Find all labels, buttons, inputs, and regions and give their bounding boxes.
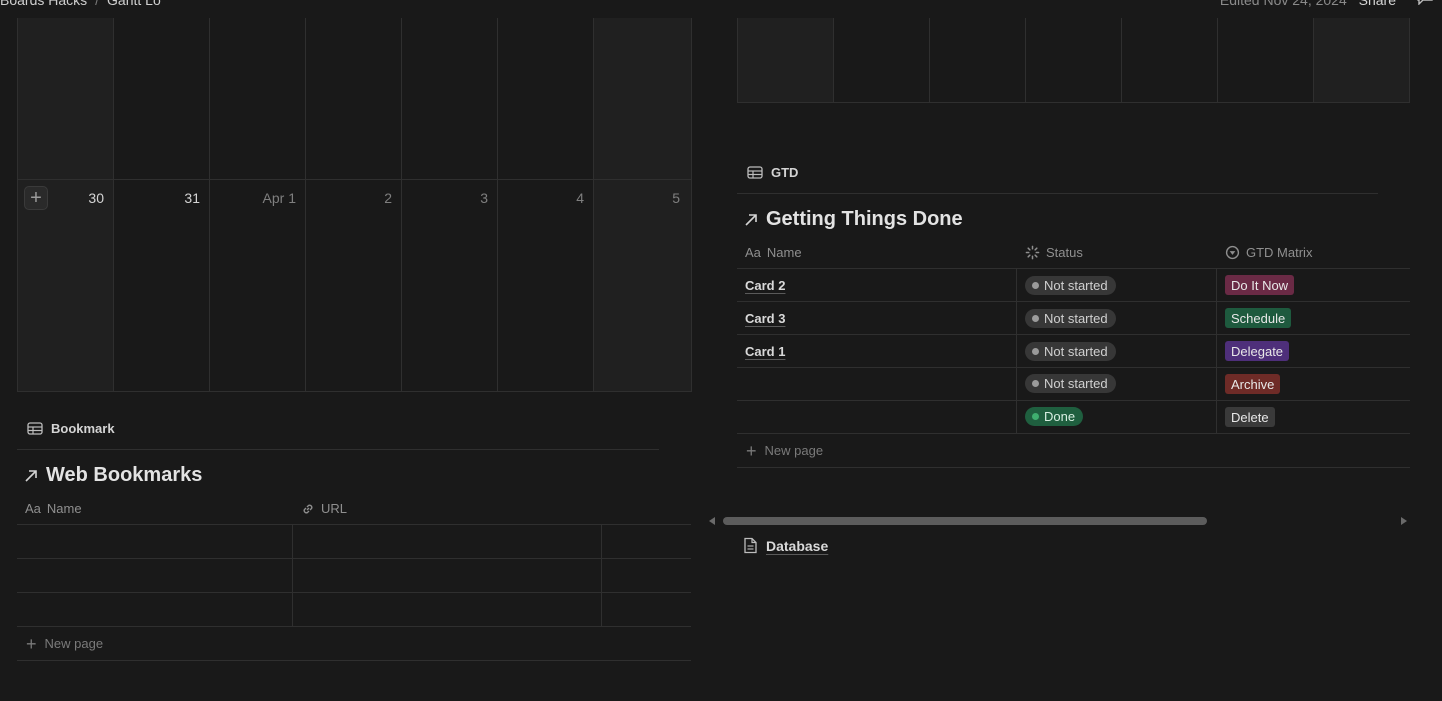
status-label: Done xyxy=(1044,409,1076,424)
column-header-label: URL xyxy=(321,501,348,516)
table-bottom-divider xyxy=(737,467,1410,468)
table-row[interactable]: Card 3 Not started Schedule xyxy=(737,302,1410,334)
status-icon xyxy=(1025,245,1040,260)
calendar-day-apr-1[interactable]: Apr 1 xyxy=(210,190,296,206)
database-title-text: Getting Things Done xyxy=(766,208,963,230)
edited-timestamp: Edited Nov 24, 2024 xyxy=(1219,0,1347,8)
calendar-day-30[interactable]: 30 xyxy=(18,190,104,206)
calendar-column xyxy=(738,18,834,102)
scroll-right-arrow[interactable] xyxy=(1401,517,1407,525)
plus-icon: + xyxy=(746,440,757,461)
column-header-label: Name xyxy=(766,245,802,260)
calendar-grid-right xyxy=(737,18,1410,103)
database-title-text: Web Bookmarks xyxy=(46,464,203,486)
calendar-day-3[interactable]: 3 xyxy=(402,190,488,206)
new-page-button-gtd[interactable]: + New page xyxy=(746,440,824,461)
database-title-getting-things-done[interactable]: Getting Things Done xyxy=(744,208,963,231)
calendar-day-31[interactable]: 31 xyxy=(114,190,200,206)
page-link-database[interactable]: Database xyxy=(743,537,828,554)
status-badge[interactable]: Not started xyxy=(1025,342,1116,361)
scrollbar-thumb[interactable] xyxy=(723,517,1207,525)
new-page-label: New page xyxy=(764,443,824,458)
calendar-week-divider xyxy=(18,179,692,180)
table-row[interactable] xyxy=(17,559,691,592)
breadcrumb-separator: / xyxy=(95,0,100,8)
select-icon xyxy=(1225,245,1240,260)
column-header-url[interactable]: URL xyxy=(301,501,347,516)
arrow-up-right-icon xyxy=(25,469,37,482)
table-row[interactable]: Done Delete xyxy=(737,401,1410,433)
calendar-grid: + 30 31 Apr 1 2 3 4 5 xyxy=(17,18,692,392)
view-tab-label: GTD xyxy=(771,165,799,180)
table-icon xyxy=(747,166,763,179)
table-row[interactable]: Card 2 Not started Do It Now xyxy=(737,269,1410,301)
status-badge[interactable]: Not started xyxy=(1025,276,1116,295)
top-right-actions: Edited Nov 24, 2024 Share xyxy=(1220,0,1396,8)
calendar-day-4[interactable]: 4 xyxy=(498,190,584,206)
view-tab-label: Bookmark xyxy=(51,421,115,436)
column-header-name[interactable]: Aa Name xyxy=(745,245,802,260)
table-bottom-divider xyxy=(17,660,691,661)
matrix-tag[interactable]: Schedule xyxy=(1225,308,1292,328)
share-button[interactable]: Share xyxy=(1359,0,1396,8)
page-link-label: Database xyxy=(766,537,829,554)
calendar-day-5[interactable]: 5 xyxy=(594,190,680,206)
view-tab-bookmark[interactable]: Bookmark xyxy=(27,421,115,436)
column-header-label: Name xyxy=(46,501,82,516)
column-header-label: Status xyxy=(1046,245,1083,260)
matrix-tag[interactable]: Do It Now xyxy=(1225,275,1295,295)
breadcrumb: Boards Hacks / Gantt Lo xyxy=(0,0,161,8)
table-row[interactable]: Card 1 Not started Delegate xyxy=(737,335,1410,367)
status-label: Not started xyxy=(1044,344,1108,359)
row-name[interactable]: Card 1 xyxy=(745,344,785,359)
status-label: Not started xyxy=(1044,311,1108,326)
view-tab-divider xyxy=(737,193,1378,194)
scroll-left-arrow[interactable] xyxy=(709,517,715,525)
calendar-column xyxy=(1218,18,1314,102)
view-tab-gtd[interactable]: GTD xyxy=(747,165,798,180)
column-header-label: GTD Matrix xyxy=(1246,245,1313,260)
horizontal-scrollbar[interactable] xyxy=(709,516,1407,526)
database-title-web-bookmarks[interactable]: Web Bookmarks xyxy=(24,464,202,487)
column-header-name[interactable]: Aa Name xyxy=(25,501,82,516)
status-badge[interactable]: Not started xyxy=(1025,309,1116,328)
status-badge[interactable]: Not started xyxy=(1025,374,1116,393)
matrix-tag[interactable]: Delete xyxy=(1225,407,1275,427)
calendar-day-2[interactable]: 2 xyxy=(306,190,392,206)
plus-icon: + xyxy=(26,633,37,654)
table-row-divider xyxy=(17,626,691,627)
calendar-column xyxy=(930,18,1026,102)
table-icon xyxy=(27,422,43,435)
table-row[interactable] xyxy=(17,593,691,626)
calendar-column xyxy=(1026,18,1122,102)
text-aa-icon: Aa xyxy=(745,245,761,260)
new-page-label: New page xyxy=(44,636,104,651)
page-icon xyxy=(744,537,757,554)
row-name[interactable]: Card 3 xyxy=(745,311,785,326)
view-tab-divider xyxy=(17,449,659,450)
column-header-gtd-matrix[interactable]: GTD Matrix xyxy=(1225,245,1312,260)
status-label: Not started xyxy=(1044,376,1108,391)
new-page-button-bookmarks[interactable]: + New page xyxy=(26,633,104,654)
status-badge[interactable]: Done xyxy=(1025,407,1084,426)
status-label: Not started xyxy=(1044,278,1108,293)
breadcrumb-item-parent[interactable]: Boards Hacks xyxy=(0,0,87,8)
table-row[interactable]: Not started Archive xyxy=(737,368,1410,400)
table-row[interactable] xyxy=(17,525,691,558)
arrow-up-right-icon xyxy=(745,213,757,226)
calendar-column xyxy=(834,18,930,102)
calendar-column xyxy=(1122,18,1218,102)
breadcrumb-item-current[interactable]: Gantt Lo xyxy=(107,0,161,8)
table-row-divider xyxy=(737,433,1410,434)
link-icon xyxy=(303,504,313,513)
matrix-tag[interactable]: Delegate xyxy=(1225,341,1290,361)
column-header-status[interactable]: Status xyxy=(1025,245,1083,260)
row-name[interactable]: Card 2 xyxy=(745,278,785,293)
comment-icon[interactable] xyxy=(1416,0,1434,5)
matrix-tag[interactable]: Archive xyxy=(1225,374,1281,394)
text-aa-icon: Aa xyxy=(25,501,41,516)
calendar-column xyxy=(1314,18,1409,102)
